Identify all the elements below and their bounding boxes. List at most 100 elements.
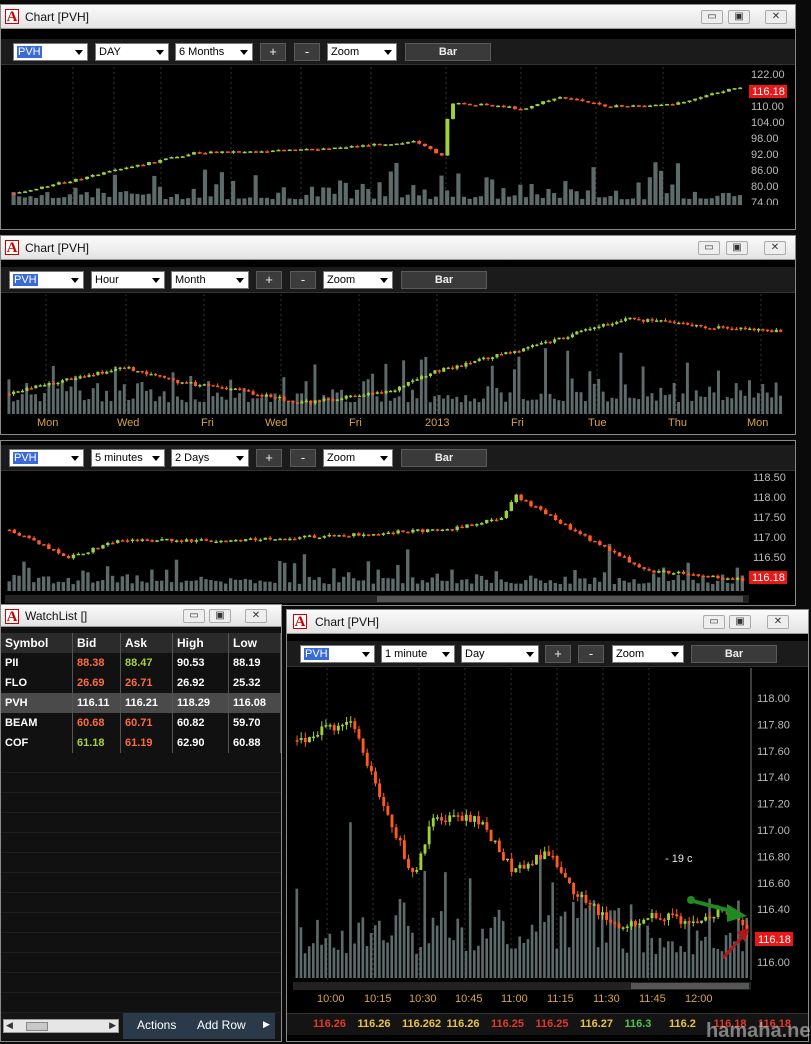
volume-bar <box>671 941 674 978</box>
volume-bar <box>198 401 202 414</box>
candle-body <box>186 154 191 157</box>
candle-body <box>672 321 676 324</box>
volume-bar <box>622 580 626 591</box>
candle-body <box>398 837 402 841</box>
candle-body <box>167 377 171 380</box>
scroll-left-icon[interactable]: ◀ <box>6 1020 13 1031</box>
column-header[interactable]: Low <box>229 633 281 653</box>
candle-body <box>721 91 726 93</box>
candle-body <box>352 533 356 537</box>
volume-bar <box>167 402 171 414</box>
actions-button[interactable]: Actions <box>137 1018 176 1032</box>
volume-bar <box>264 197 270 205</box>
candle-body <box>158 375 162 377</box>
candle-body <box>606 324 610 326</box>
candle-body <box>220 387 224 389</box>
candle-body <box>524 108 529 110</box>
candle-body <box>584 329 588 331</box>
horizontal-scrollbar[interactable]: ◀ ▶ <box>3 1019 119 1033</box>
candle-body <box>357 395 362 398</box>
volume-bar <box>130 583 134 591</box>
volume-bar <box>779 395 782 414</box>
minimize-button[interactable]: ▭ <box>183 609 205 623</box>
volume-bar <box>637 583 641 591</box>
candle-body <box>539 854 543 860</box>
table-row[interactable]: BEAM 60.68 60.71 60.82 59.70 <box>1 713 281 733</box>
candle-body <box>29 388 33 390</box>
candle-body <box>258 539 263 542</box>
volume-bar <box>698 198 703 205</box>
dropdown-arrow-icon[interactable]: ▶ <box>263 1019 270 1030</box>
volume-bar <box>73 187 78 205</box>
price-chart-day[interactable]: 122.00116.00110.00104.0098.0092.0086.008… <box>1 5 795 205</box>
volume-bar <box>517 356 521 414</box>
candle-body <box>247 390 251 392</box>
column-header[interactable]: High <box>173 633 229 653</box>
candle-body <box>179 540 184 542</box>
volume-bar <box>307 946 311 978</box>
maximize-button[interactable]: ▣ <box>209 609 231 623</box>
volume-bar <box>518 936 521 978</box>
candle-body <box>473 105 478 107</box>
candle-body <box>584 895 588 903</box>
candle-body <box>588 902 592 905</box>
column-header[interactable]: Bid <box>73 633 121 653</box>
volume-bar <box>381 578 385 591</box>
candle-body <box>109 370 113 373</box>
volume-bar <box>349 198 354 205</box>
volume-bar <box>558 583 562 591</box>
candle-body <box>390 814 394 828</box>
candle-body <box>694 324 699 327</box>
y-axis-tick: 118.00 <box>757 693 790 705</box>
price-chart-1min[interactable]: 118.00 117.80 117.60 117.40 117.20 117.00 116.… <box>287 610 808 1041</box>
volume-bar <box>553 583 558 591</box>
candle-body <box>681 102 686 104</box>
column-header[interactable]: Ask <box>121 633 173 653</box>
candle-body <box>264 394 268 397</box>
candle-body <box>570 334 574 338</box>
cell-bid: 116.11 <box>73 693 121 713</box>
x-axis-tick: Fri <box>349 417 362 429</box>
volume-bar <box>184 580 189 591</box>
volume-bar <box>530 924 534 978</box>
volume-bar <box>386 942 389 978</box>
column-header[interactable]: Symbol <box>1 633 73 653</box>
table-row[interactable]: COF 61.18 61.19 62.90 60.88 <box>1 733 281 753</box>
volume-bar <box>460 579 464 591</box>
green-arrow-dot-icon <box>687 896 695 904</box>
price-chart-5min[interactable]: 118.50 118.00 117.50 117.00 116.50 116.18 <box>1 441 795 605</box>
table-row[interactable]: PII 88.38 88.47 90.53 88.19 <box>1 653 281 673</box>
candle-body <box>588 535 592 541</box>
volume-bar <box>27 567 31 591</box>
volume-bar <box>378 920 381 978</box>
volume-bar <box>202 169 208 205</box>
table-row[interactable]: PVH 116.11 116.21 118.29 116.08 <box>1 693 281 713</box>
cell-high: 118.29 <box>173 693 229 713</box>
candle-body <box>366 392 370 396</box>
volume-bar <box>592 577 597 591</box>
candle-body <box>136 370 140 373</box>
volume-bar <box>327 583 331 591</box>
volume-bar <box>579 392 583 414</box>
candle-body <box>349 395 353 398</box>
volume-bar <box>592 383 596 414</box>
add-row-button[interactable]: Add Row <box>197 1018 246 1032</box>
candle-body <box>494 519 499 522</box>
close-button[interactable]: ✕ <box>245 609 267 623</box>
table-row[interactable]: FLO 26.69 26.71 26.92 25.32 <box>1 673 281 693</box>
candle-body <box>765 329 770 332</box>
watchlist-titlebar[interactable]: A WatchList [] ▭ ▣ ✕ <box>1 605 281 627</box>
scroll-right-icon[interactable]: ▶ <box>109 1020 116 1031</box>
volume-bar <box>34 197 39 205</box>
candle-body <box>439 153 444 156</box>
candle-body <box>504 352 508 355</box>
candle-body <box>501 852 505 861</box>
candle-body <box>553 339 557 343</box>
candle-body <box>39 186 44 189</box>
volume-bar <box>650 393 654 414</box>
volume-bar <box>627 582 631 591</box>
scrollbar-thumb[interactable] <box>26 1022 48 1031</box>
candle-body <box>155 540 159 542</box>
candle-body <box>440 817 443 821</box>
price-chart-hour[interactable]: Mon Wed Fri Wed Fri 2013 Fri Tue Thu Mon <box>1 236 795 434</box>
